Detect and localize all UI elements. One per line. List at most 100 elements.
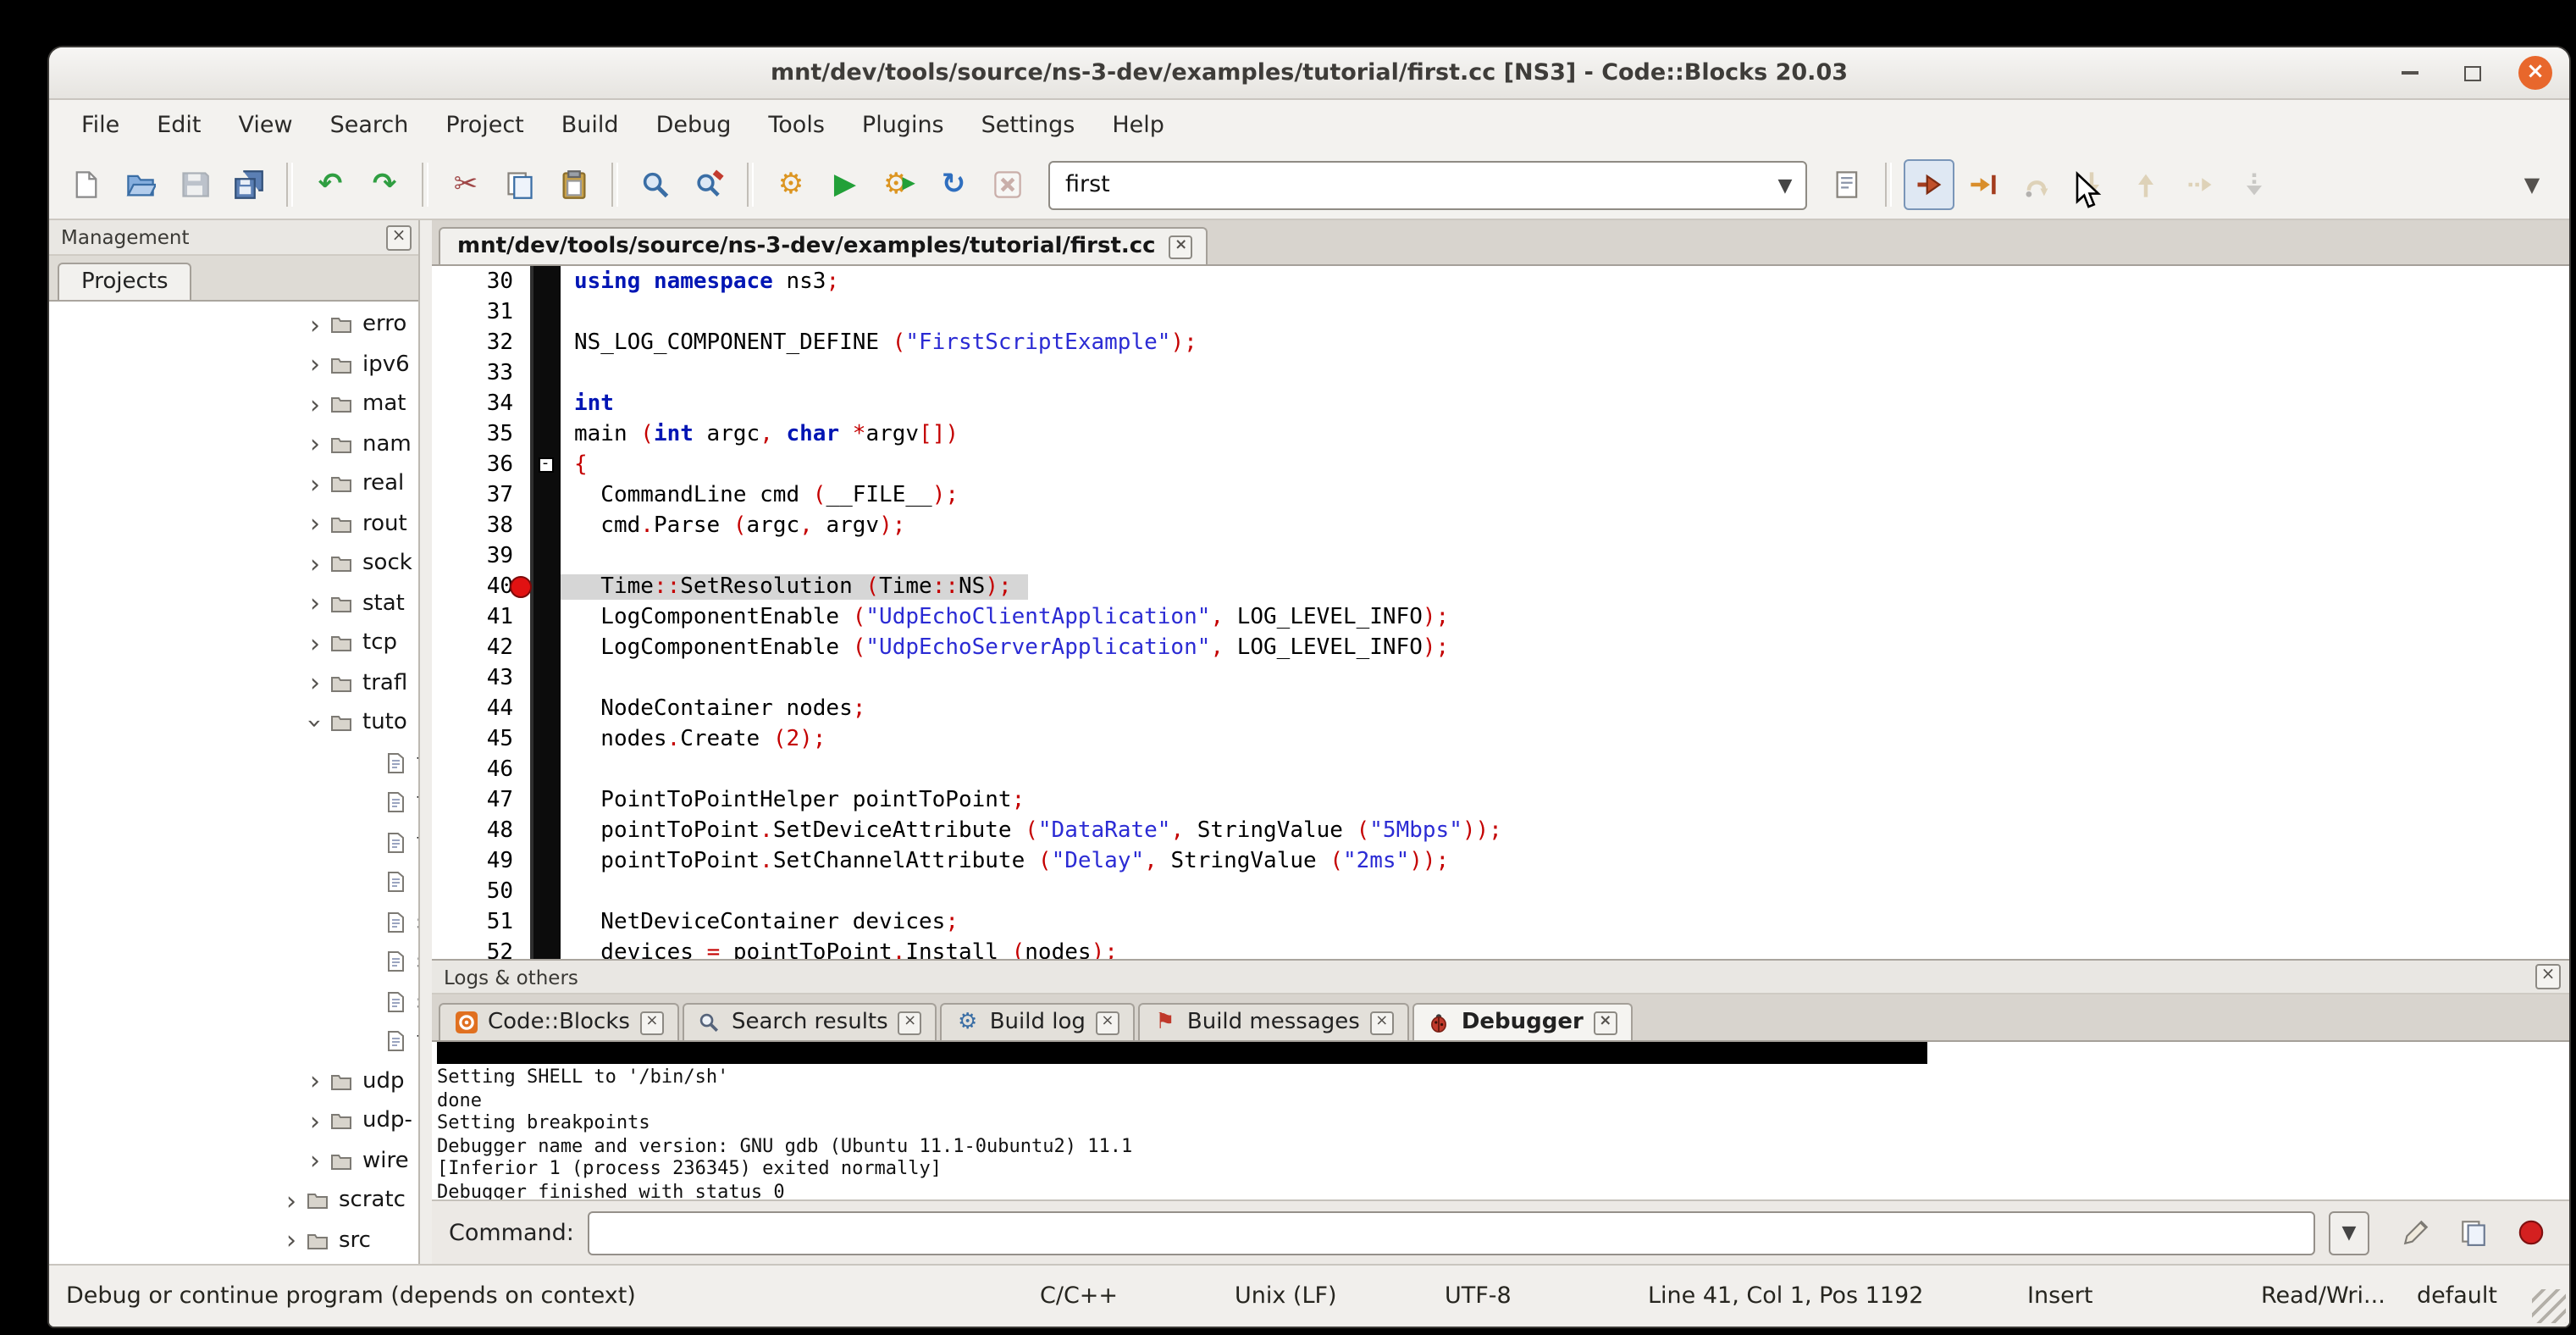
tree-item-stat[interactable]: ›stat <box>49 584 418 623</box>
chevron-right-icon[interactable]: › <box>303 1110 327 1133</box>
code-line-42[interactable]: 42 LogComponentEnable ("UdpEchoServerApp… <box>432 632 2569 662</box>
menu-search[interactable]: Search <box>312 100 428 151</box>
search-options-button[interactable] <box>1822 159 1873 210</box>
logs-tab-search-results[interactable]: Search results× <box>683 1003 937 1040</box>
menu-view[interactable]: View <box>220 100 312 151</box>
fold-margin[interactable] <box>530 876 561 906</box>
code-line-51[interactable]: 51 NetDeviceContainer devices; <box>432 906 2569 937</box>
save-all-button[interactable] <box>224 159 274 210</box>
chevron-right-icon[interactable]: › <box>303 512 327 536</box>
run-to-cursor-button[interactable] <box>1958 159 2009 210</box>
undo-button[interactable]: ↶ <box>305 159 356 210</box>
fold-margin[interactable]: - <box>530 449 561 479</box>
copy-button[interactable] <box>495 159 545 210</box>
code-line-46[interactable]: 46 <box>432 754 2569 784</box>
code-line-39[interactable]: 39 <box>432 540 2569 571</box>
menu-help[interactable]: Help <box>1093 100 1183 151</box>
fold-margin[interactable] <box>530 906 561 937</box>
chevron-right-icon[interactable]: › <box>303 552 327 576</box>
chevron-right-icon[interactable]: › <box>303 672 327 695</box>
chevron-down-icon[interactable]: › <box>303 712 327 735</box>
debugger-command-combo[interactable] <box>588 1210 2315 1255</box>
fold-margin[interactable] <box>530 784 561 815</box>
tree-item-erro[interactable]: ›erro <box>49 305 418 345</box>
tree-item-fo[interactable]: fo <box>49 823 418 862</box>
logs-tab-debugger[interactable]: Debugger× <box>1412 1003 1633 1040</box>
chevron-right-icon[interactable]: › <box>303 592 327 616</box>
tree-item-fir[interactable]: fir <box>49 783 418 823</box>
menu-build[interactable]: Build <box>543 100 638 151</box>
logs-tab-build-messages[interactable]: ⚑Build messages× <box>1138 1003 1409 1040</box>
tree-item-he[interactable]: he <box>49 862 418 902</box>
tree-item-six[interactable]: six <box>49 982 418 1022</box>
menu-edit[interactable]: Edit <box>138 100 219 151</box>
close-icon[interactable]: × <box>1169 235 1193 258</box>
tree-item-trafl[interactable]: ›trafl <box>49 663 418 703</box>
cut-button[interactable]: ✂ <box>440 159 491 210</box>
close-icon[interactable]: × <box>1096 1011 1119 1034</box>
chevron-right-icon[interactable]: › <box>303 433 327 457</box>
build-and-run-button[interactable]: ⚙▶ <box>874 159 925 210</box>
close-icon[interactable]: × <box>640 1011 664 1034</box>
menu-debug[interactable]: Debug <box>638 100 750 151</box>
run-button[interactable]: ▶ <box>820 159 871 210</box>
code-line-43[interactable]: 43 <box>432 662 2569 693</box>
chevron-right-icon[interactable]: › <box>303 1070 327 1094</box>
incremental-search-input[interactable] <box>1050 171 1765 198</box>
chevron-right-icon[interactable]: › <box>303 473 327 496</box>
tree-item-wire[interactable]: ›wire <box>49 1141 418 1181</box>
chevron-right-icon[interactable]: › <box>303 632 327 656</box>
next-instruction-button[interactable] <box>2175 159 2225 210</box>
close-icon[interactable]: × <box>2535 964 2561 989</box>
replace-button[interactable] <box>684 159 735 210</box>
code-line-38[interactable]: 38 cmd.Parse (argc, argv); <box>432 510 2569 540</box>
chevron-right-icon[interactable]: › <box>303 353 327 377</box>
close-button[interactable]: × <box>2518 56 2552 90</box>
stop-debugger-button[interactable] <box>2508 1210 2552 1255</box>
tree-item-scratc[interactable]: ›scratc <box>49 1181 418 1221</box>
logs-tab-build-log[interactable]: ⚙Build log× <box>941 1003 1135 1040</box>
copy-command-button[interactable] <box>2451 1210 2495 1255</box>
projects-tree[interactable]: ›erro›ipv6›mat›nam›real›rout›sock›stat›t… <box>49 302 418 1264</box>
tab-projects[interactable]: Projects <box>58 263 192 300</box>
rebuild-button[interactable]: ↻ <box>928 159 979 210</box>
paste-button[interactable] <box>549 159 600 210</box>
menu-settings[interactable]: Settings <box>963 100 1094 151</box>
code-line-36[interactable]: 36-{ <box>432 449 2569 479</box>
tree-item-se[interactable]: se <box>49 902 418 942</box>
code-editor[interactable]: 30using namespace ns3;3132NS_LOG_COMPONE… <box>432 266 2569 959</box>
close-icon[interactable]: × <box>1594 1011 1617 1034</box>
close-icon[interactable]: × <box>1370 1011 1394 1034</box>
save-button[interactable] <box>169 159 220 210</box>
tree-item-ipv6[interactable]: ›ipv6 <box>49 345 418 385</box>
fold-margin[interactable] <box>530 357 561 388</box>
fold-margin[interactable] <box>530 723 561 754</box>
tree-item-udp[interactable]: ›udp <box>49 1061 418 1101</box>
tree-item-nam[interactable]: ›nam <box>49 424 418 464</box>
tree-item-sock[interactable]: ›sock <box>49 544 418 584</box>
code-line-44[interactable]: 44 NodeContainer nodes; <box>432 693 2569 723</box>
code-line-47[interactable]: 47 PointToPointHelper pointToPoint; <box>432 784 2569 815</box>
breakpoint-icon[interactable] <box>510 575 532 597</box>
abort-build-button[interactable] <box>982 159 1033 210</box>
code-line-34[interactable]: 34int <box>432 388 2569 418</box>
fold-marker-icon[interactable]: - <box>538 457 553 472</box>
tree-item-rout[interactable]: ›rout <box>49 504 418 544</box>
code-line-41[interactable]: 41 LogComponentEnable ("UdpEchoClientApp… <box>432 601 2569 632</box>
tree-item-th[interactable]: th <box>49 1022 418 1061</box>
maximize-button[interactable] <box>2456 56 2490 90</box>
fold-margin[interactable] <box>530 296 561 327</box>
debug-continue-button[interactable] <box>1904 159 1954 210</box>
chevron-right-icon[interactable]: › <box>303 1149 327 1173</box>
menu-project[interactable]: Project <box>427 100 542 151</box>
fold-margin[interactable] <box>530 510 561 540</box>
toolbar-overflow-button[interactable]: ▼ <box>2507 159 2557 210</box>
close-icon[interactable]: × <box>898 1011 922 1034</box>
code-line-33[interactable]: 33 <box>432 357 2569 388</box>
close-icon[interactable]: × <box>386 224 412 250</box>
fold-margin[interactable] <box>530 540 561 571</box>
tree-item-udp[interactable]: ›udp- <box>49 1101 418 1141</box>
menu-tools[interactable]: Tools <box>749 100 843 151</box>
minimize-button[interactable] <box>2393 56 2427 90</box>
code-line-45[interactable]: 45 nodes.Create (2); <box>432 723 2569 754</box>
